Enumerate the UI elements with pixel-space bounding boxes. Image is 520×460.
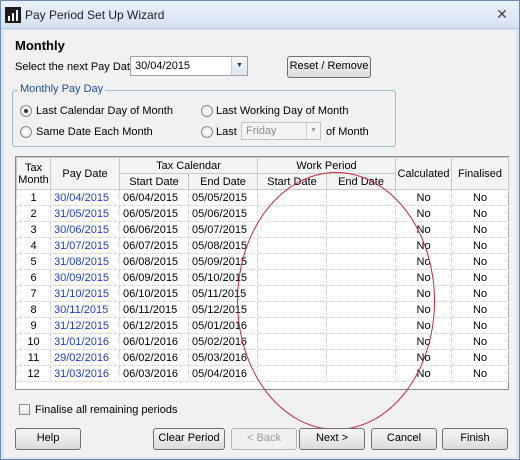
tax-start-cell: 06/12/2015 — [119, 317, 189, 334]
header-finalised: Finalised — [451, 157, 510, 190]
page-title: Monthly — [15, 38, 65, 53]
tax-start-cell: 06/10/2015 — [119, 285, 189, 302]
tax-end-cell: 05/04/2016 — [187, 365, 259, 382]
chevron-down-icon[interactable]: ▼ — [306, 123, 320, 139]
tax-end-cell: 05/05/2015 — [187, 189, 259, 206]
app-chart-icon — [5, 7, 21, 23]
wizard-window: Pay Period Set Up Wizard ✕ Monthly Selec… — [0, 0, 520, 460]
tax-month-cell: 3 — [16, 221, 51, 238]
pay-date-link[interactable]: 31/12/2015 — [50, 317, 120, 334]
finalise-all-checkbox[interactable] — [19, 404, 30, 415]
back-button[interactable]: < Back — [231, 428, 297, 450]
header-tax-month: Tax Month — [16, 157, 51, 190]
window-title: Pay Period Set Up Wizard — [25, 8, 165, 22]
finalised-cell: No — [451, 317, 510, 334]
tax-month-cell: 4 — [16, 237, 51, 254]
tax-month-cell: 8 — [16, 301, 51, 318]
finish-button[interactable]: Finish — [442, 428, 508, 450]
clear-period-button[interactable]: Clear Period — [153, 428, 225, 450]
radio-last-working-day[interactable] — [201, 105, 213, 117]
last-calendar-day-label: Last Calendar Day of Month — [36, 105, 173, 117]
finalised-cell: No — [451, 301, 510, 318]
finalise-all-label: Finalise all remaining periods — [35, 404, 178, 416]
tax-month-cell: 10 — [16, 333, 51, 350]
last-working-day-label: Last Working Day of Month — [216, 105, 349, 117]
pay-date-link[interactable]: 31/05/2015 — [50, 205, 120, 222]
radio-last-weekday[interactable] — [201, 126, 213, 138]
finalised-cell: No — [451, 365, 510, 382]
tax-start-cell: 06/09/2015 — [119, 269, 189, 286]
radio-last-calendar-day[interactable] — [20, 105, 32, 117]
header-tax-calendar: Tax Calendar — [118, 157, 259, 174]
of-month-label: of Month — [326, 126, 369, 138]
pay-date-link[interactable]: 31/08/2015 — [50, 253, 120, 270]
next-button[interactable]: Next > — [299, 428, 365, 450]
tax-end-cell: 05/07/2015 — [187, 221, 259, 238]
header-pay-date: Pay Date — [50, 157, 120, 190]
title-bar: Pay Period Set Up Wizard ✕ — [1, 1, 519, 29]
finalised-cell: No — [451, 269, 510, 286]
pay-date-link[interactable]: 30/06/2015 — [50, 221, 120, 238]
pay-date-link[interactable]: 30/04/2015 — [50, 189, 120, 206]
tax-start-cell: 06/03/2016 — [119, 365, 189, 382]
chevron-down-icon[interactable]: ▼ — [231, 57, 247, 75]
next-pay-date-label: Select the next Pay Date — [15, 61, 137, 73]
tax-month-cell: 9 — [16, 317, 51, 334]
tax-month-cell: 12 — [16, 365, 51, 382]
tax-start-cell: 06/02/2016 — [119, 349, 189, 366]
tax-start-cell: 06/01/2016 — [119, 333, 189, 350]
tax-month-cell: 6 — [16, 269, 51, 286]
monthly-pay-day-group — [12, 90, 396, 147]
finalised-cell: No — [451, 205, 510, 222]
finalised-cell: No — [451, 253, 510, 270]
finalised-cell: No — [451, 221, 510, 238]
tax-start-cell: 06/08/2015 — [119, 253, 189, 270]
tax-month-cell: 2 — [16, 205, 51, 222]
pay-date-link[interactable]: 31/01/2016 — [50, 333, 120, 350]
finalised-cell: No — [451, 349, 510, 366]
pay-date-link[interactable]: 30/09/2015 — [50, 269, 120, 286]
tax-month-cell: 1 — [16, 189, 51, 206]
tax-start-cell: 06/11/2015 — [119, 301, 189, 318]
next-pay-date-picker[interactable]: 30/04/2015 ▼ — [130, 56, 248, 76]
header-tax-end-date: End Date — [187, 173, 259, 190]
pay-date-link[interactable]: 31/07/2015 — [50, 237, 120, 254]
pay-date-link[interactable]: 29/02/2016 — [50, 349, 120, 366]
same-date-label: Same Date Each Month — [36, 126, 153, 138]
pay-date-link[interactable]: 30/11/2015 — [50, 301, 120, 318]
cancel-button[interactable]: Cancel — [371, 428, 437, 450]
radio-same-date[interactable] — [20, 126, 32, 138]
close-icon[interactable]: ✕ — [493, 5, 511, 23]
tax-start-cell: 06/05/2015 — [119, 205, 189, 222]
tax-month-cell: 7 — [16, 285, 51, 302]
reset-remove-button[interactable]: Reset / Remove — [287, 56, 371, 78]
header-tax-start-date: Start Date — [119, 173, 189, 190]
tax-end-cell: 05/06/2015 — [187, 205, 259, 222]
wizard-content: Monthly Select the next Pay Date 30/04/2… — [4, 30, 516, 457]
tax-start-cell: 06/04/2015 — [119, 189, 189, 206]
finalised-cell: No — [451, 237, 510, 254]
pay-date-link[interactable]: 31/03/2016 — [50, 365, 120, 382]
weekday-value: Friday — [246, 125, 277, 137]
header-work-period: Work Period — [257, 157, 397, 174]
table-row[interactable]: 1 30/04/2015 06/04/2015 05/05/2015 No No — [16, 189, 510, 206]
calculated-cell: No — [395, 189, 453, 206]
finalised-cell: No — [451, 333, 510, 350]
tax-start-cell: 06/07/2015 — [119, 237, 189, 254]
monthly-pay-day-label: Monthly Pay Day — [18, 83, 106, 95]
finalised-cell: No — [451, 285, 510, 302]
last-label: Last — [216, 126, 237, 138]
tax-start-cell: 06/06/2015 — [119, 221, 189, 238]
help-button[interactable]: Help — [15, 428, 81, 450]
next-pay-date-value: 30/04/2015 — [135, 60, 191, 72]
finalised-cell: No — [451, 189, 510, 206]
weekday-select[interactable]: Friday ▼ — [241, 122, 321, 140]
work-period-highlight-circle — [237, 172, 435, 430]
header-calculated: Calculated — [395, 157, 453, 190]
tax-month-cell: 11 — [16, 349, 51, 366]
tax-month-cell: 5 — [16, 253, 51, 270]
pay-date-link[interactable]: 31/10/2015 — [50, 285, 120, 302]
